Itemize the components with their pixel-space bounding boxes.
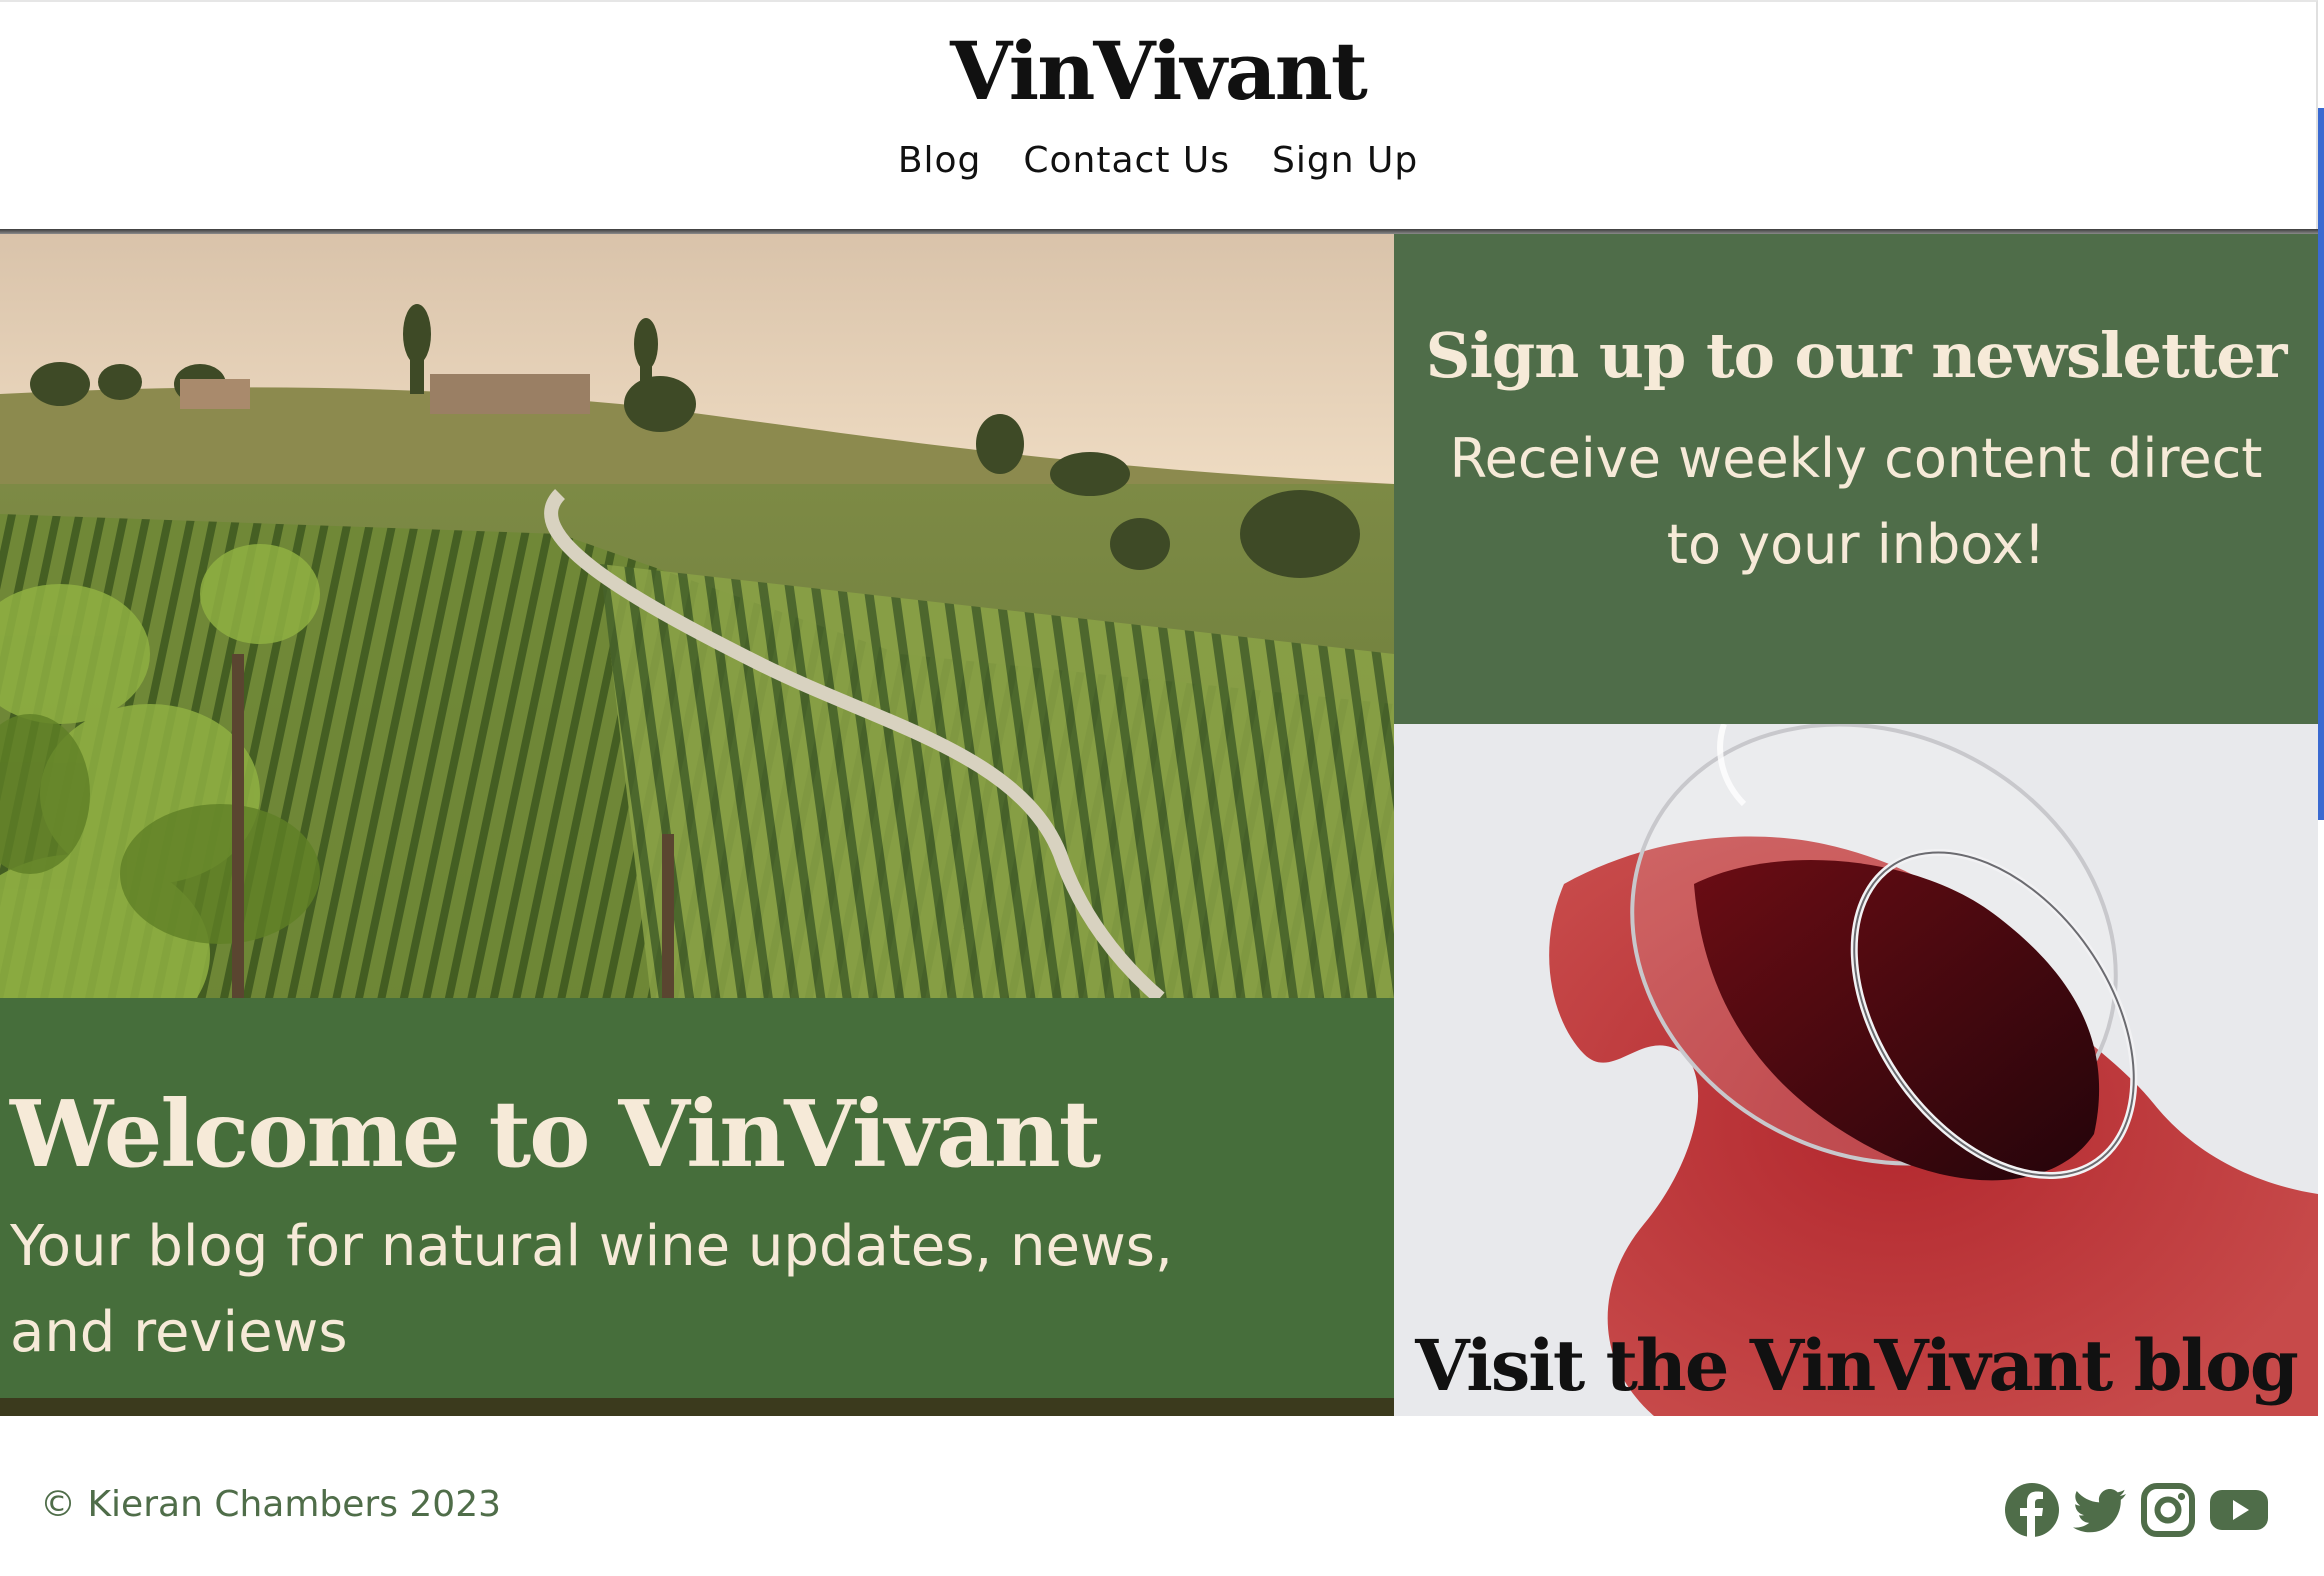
main-nav: Blog Contact Us Sign Up <box>0 140 2316 181</box>
wine-glass-image <box>1394 724 2318 1416</box>
hero-section: Welcome to VinVivant Your blog for natur… <box>0 234 1394 1416</box>
newsletter-title: Sign up to our newsletter <box>1425 319 2288 393</box>
hero-overlay-panel: Welcome to VinVivant Your blog for natur… <box>0 998 1394 1398</box>
hero-bottom-strip <box>0 1398 1394 1416</box>
site-header: VinVivant Blog Contact Us Sign Up <box>0 0 2318 233</box>
site-logo[interactable]: VinVivant <box>0 16 2316 126</box>
nav-link-sign-up[interactable]: Sign Up <box>1272 140 1418 181</box>
nav-link-blog[interactable]: Blog <box>898 140 982 181</box>
hero-subtitle: Your blog for natural wine updates, news… <box>10 1214 1173 1365</box>
nav-link-contact-us[interactable]: Contact Us <box>1023 140 1230 181</box>
facebook-icon[interactable] <box>2004 1482 2060 1538</box>
youtube-icon[interactable] <box>2208 1482 2270 1538</box>
blog-link-card[interactable]: Visit the VinVivant blog <box>1394 724 2318 1416</box>
twitter-icon[interactable] <box>2072 1482 2128 1538</box>
scrollbar-thumb[interactable] <box>2318 108 2324 820</box>
site-footer: © Kieran Chambers 2023 <box>0 1416 2324 1576</box>
copyright-text: © Kieran Chambers 2023 <box>40 1484 502 1525</box>
newsletter-signup-card[interactable]: Sign up to our newsletter Receive weekly… <box>1394 234 2318 724</box>
hero-title: Welcome to VinVivant <box>10 1079 1101 1188</box>
newsletter-description: Receive weekly content direct to your in… <box>1449 427 2263 576</box>
visit-blog-link[interactable]: Visit the VinVivant blog <box>1394 1324 2318 1407</box>
instagram-icon[interactable] <box>2140 1482 2196 1538</box>
